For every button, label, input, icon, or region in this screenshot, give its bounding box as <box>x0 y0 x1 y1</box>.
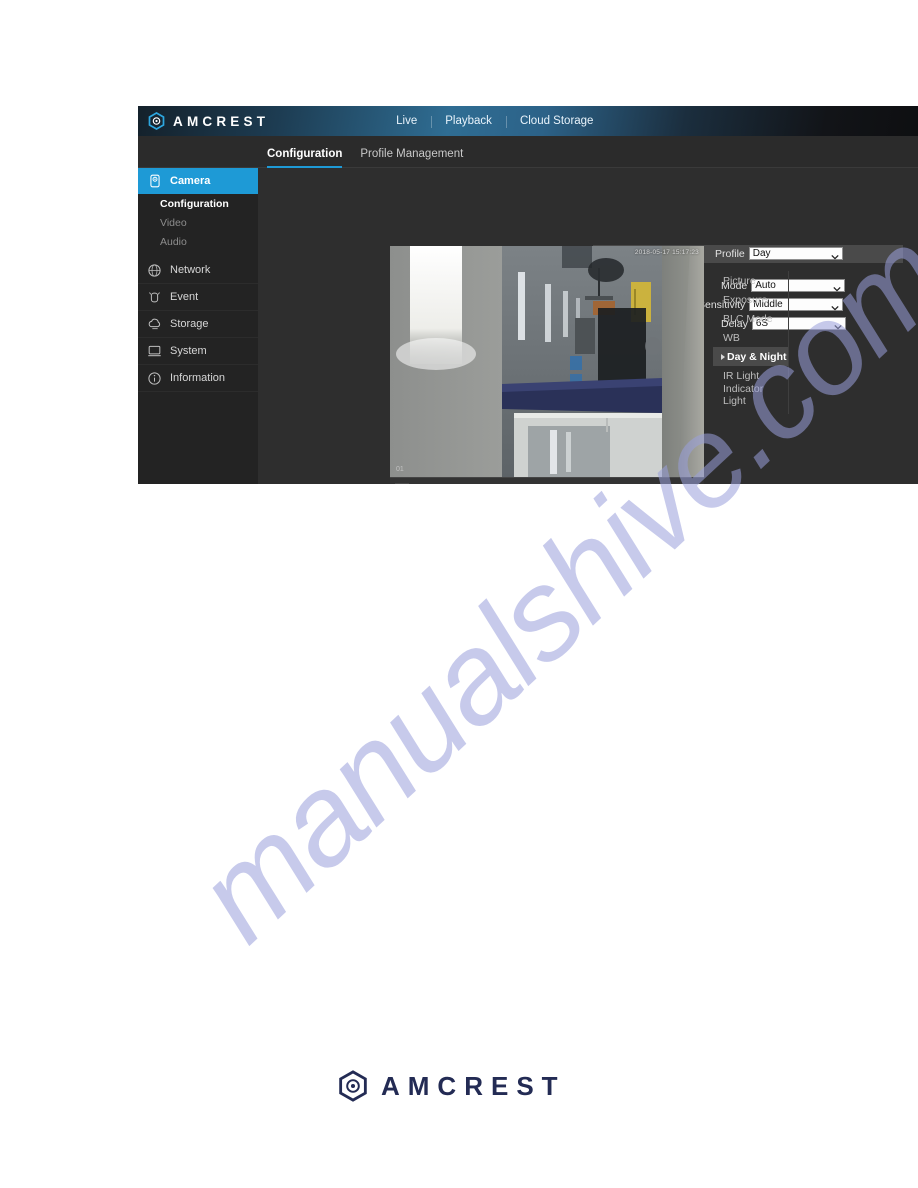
sidebar-subitem-label: Configuration <box>160 197 229 210</box>
video-toolbar <box>390 477 704 484</box>
sidebar-subitem-configuration[interactable]: Configuration <box>138 194 258 213</box>
nav-playback[interactable]: Playback <box>431 115 506 128</box>
nav-live[interactable]: Live <box>382 115 431 127</box>
sidebar-item-system[interactable]: System <box>138 338 258 365</box>
network-globe-icon <box>146 263 163 278</box>
subtab-picture[interactable]: Picture <box>713 271 788 290</box>
top-navigation: Live Playback Cloud Storage <box>382 115 608 128</box>
sidebar-item-label: Network <box>170 264 211 276</box>
sidebar-subitem-audio[interactable]: Audio <box>138 232 258 251</box>
subtab-day-and-night[interactable]: Day & Night <box>713 347 788 366</box>
tab-profile-management[interactable]: Profile Management <box>360 148 463 167</box>
sidebar-item-camera[interactable]: Camera <box>138 168 269 194</box>
camera-live-preview[interactable]: 2018-05-17 15:17:23 01 <box>390 246 704 477</box>
expand-fullscreen-icon[interactable] <box>395 483 409 484</box>
profile-select[interactable]: Day <box>748 247 843 260</box>
footer-brand-logo: AMCREST <box>338 1070 566 1102</box>
sidebar-item-label: Event <box>170 291 199 303</box>
brand-name: AMCREST <box>173 113 270 129</box>
sidebar-item-storage[interactable]: Storage <box>138 311 258 338</box>
nav-cloud-storage[interactable]: Cloud Storage <box>505 115 608 128</box>
subtab-exposure[interactable]: Exposure <box>713 290 788 309</box>
sidebar: Camera Configuration Video Audio Network… <box>138 168 269 484</box>
camera-feed-image <box>390 246 704 477</box>
chevron-down-icon <box>833 283 841 292</box>
subtab-label: Day & Night <box>727 350 787 363</box>
settings-subtab-list: Picture Exposure BLC Mode WB Day & Night… <box>713 271 789 414</box>
subtab-label: IR Light <box>723 369 760 382</box>
subtab-wb[interactable]: WB <box>713 328 788 347</box>
amcrest-hexagon-icon <box>338 1070 368 1102</box>
sidebar-item-network[interactable]: Network <box>138 257 258 284</box>
subtab-label: Indicator Light <box>723 382 764 407</box>
subtab-label: BLC Mode <box>723 312 773 325</box>
sidebar-item-label: Storage <box>170 318 209 330</box>
subtab-label: Exposure <box>723 293 768 306</box>
video-timestamp: 2018-05-17 15:17:23 <box>634 249 699 256</box>
brand-logo: AMCREST <box>148 112 269 130</box>
info-circle-icon <box>146 371 163 386</box>
cloud-storage-icon <box>146 317 163 332</box>
sidebar-item-label: Camera <box>170 175 211 187</box>
sidebar-subitem-video[interactable]: Video <box>138 213 258 232</box>
amcrest-web-ui-window: AMCREST Live Playback Cloud Storage Conf… <box>138 106 918 484</box>
subtab-blc-mode[interactable]: BLC Mode <box>713 309 788 328</box>
monitor-icon <box>146 344 163 359</box>
page-tab-strip: Configuration Profile Management <box>138 136 918 168</box>
video-channel-label: 01 <box>396 466 404 473</box>
subtab-label: Picture <box>723 274 756 287</box>
subtab-indicator-light[interactable]: Indicator Light <box>713 382 788 407</box>
subtab-label: WB <box>723 331 740 344</box>
profile-select-value: Day <box>752 248 771 259</box>
sidebar-item-information[interactable]: Information <box>138 365 258 392</box>
sidebar-subitem-label: Audio <box>160 235 187 248</box>
footer-brand-name: AMCREST <box>381 1070 566 1101</box>
alarm-bell-icon <box>146 290 163 305</box>
app-header: AMCREST Live Playback Cloud Storage <box>138 106 918 136</box>
sidebar-item-label: Information <box>170 372 226 384</box>
sidebar-item-label: System <box>170 345 207 357</box>
chevron-down-icon <box>831 302 839 311</box>
amcrest-hexagon-icon <box>148 112 165 130</box>
sidebar-item-event[interactable]: Event <box>138 284 258 311</box>
profile-label: Profile <box>715 247 745 260</box>
content-panel: Profile Day Mode Auto Sensitivity Middle… <box>258 168 918 484</box>
profile-field: Profile Day <box>715 247 843 260</box>
chevron-down-icon <box>831 251 839 260</box>
selected-marker-icon <box>721 353 725 360</box>
tab-configuration[interactable]: Configuration <box>267 148 343 168</box>
camera-icon <box>146 174 163 189</box>
chevron-down-icon <box>834 321 842 330</box>
sidebar-subitem-label: Video <box>160 216 187 229</box>
